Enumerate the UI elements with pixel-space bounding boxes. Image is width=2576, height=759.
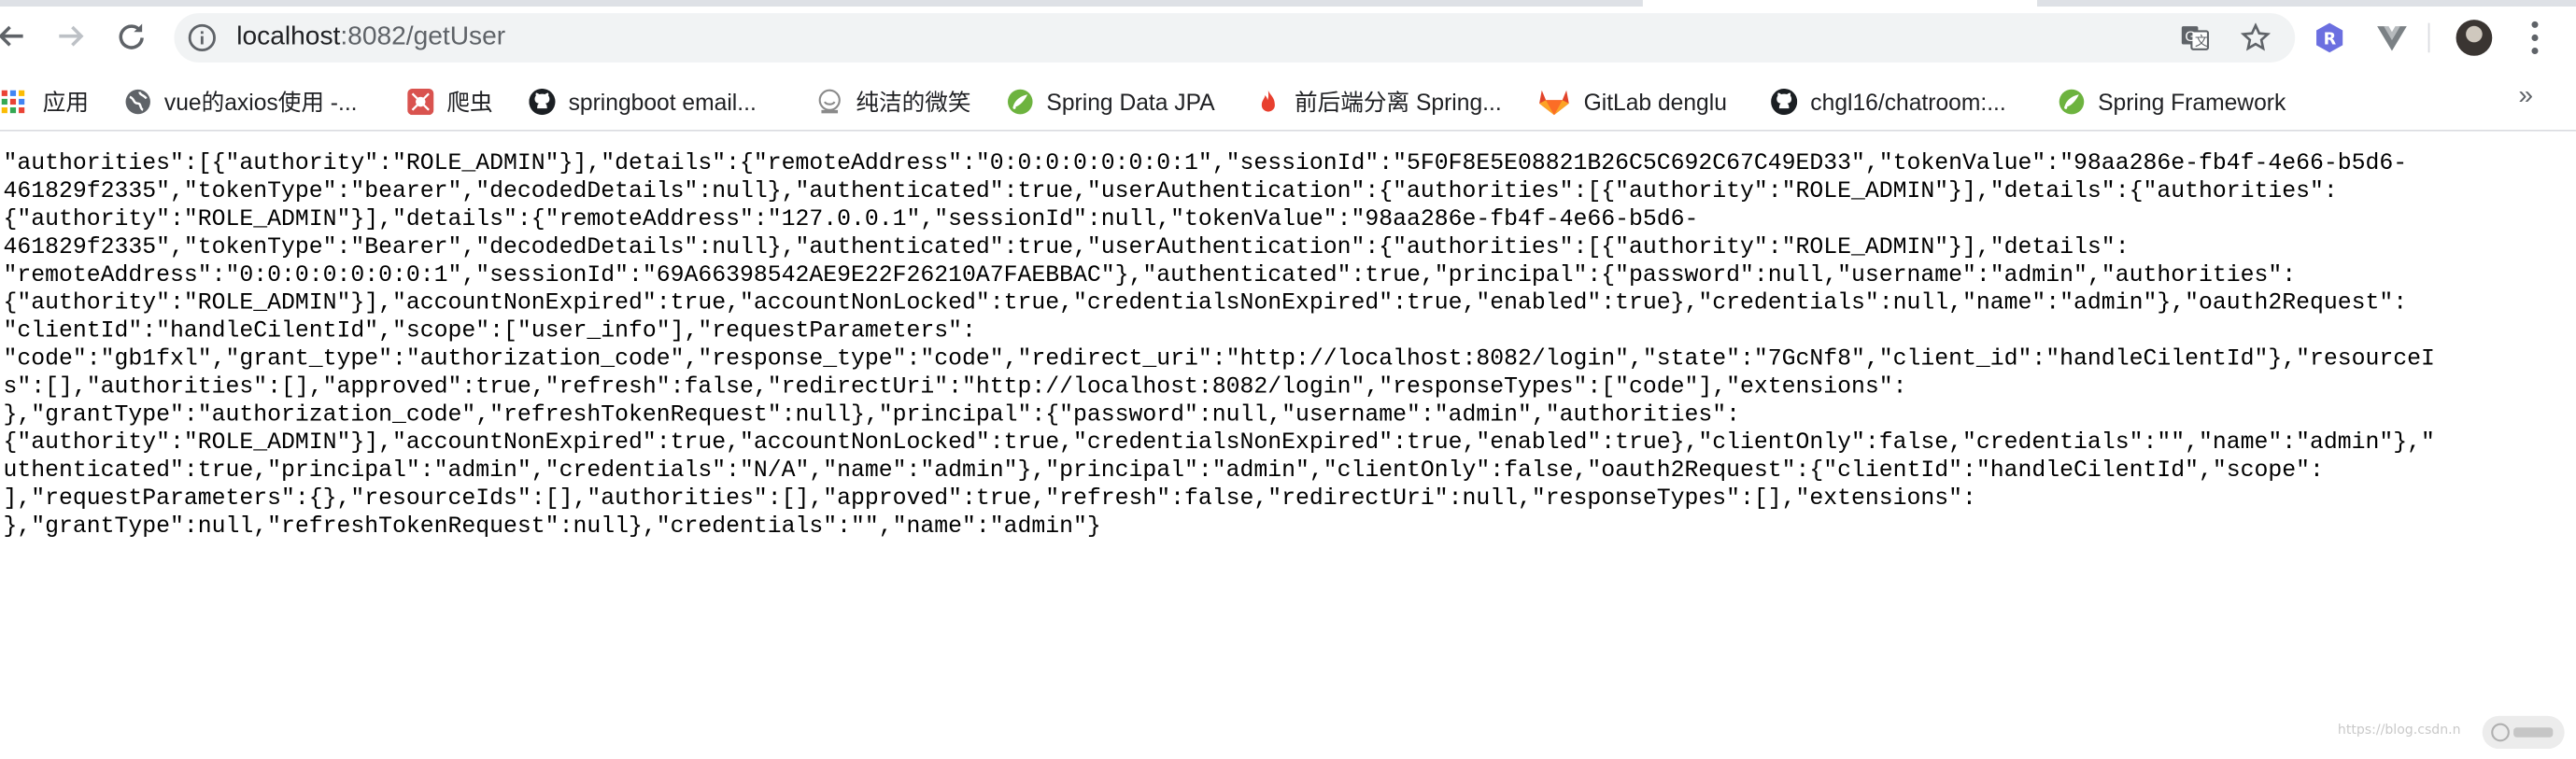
json-line: {"authority":"ROLE_ADMIN"}],"accountNonE… bbox=[3, 290, 2408, 317]
bookmark-pure-smile[interactable]: 纯洁的微笑 bbox=[816, 84, 971, 120]
bookmark-frontend-backend-split[interactable]: 前后端分离 Spring... bbox=[1255, 84, 1502, 120]
bookmark-springboot-email[interactable]: springboot email... bbox=[529, 84, 757, 120]
star-icon[interactable] bbox=[2241, 22, 2271, 53]
url-path: :8082/getUser bbox=[340, 22, 506, 51]
profile-avatar[interactable] bbox=[2456, 20, 2493, 56]
bookmark-label: vue的axios使用 -... bbox=[163, 88, 358, 116]
json-line: {"authority":"ROLE_ADMIN"}],"details":{"… bbox=[3, 206, 1699, 233]
globe-icon bbox=[125, 89, 151, 115]
json-line: ],"requestParameters":{},"resourceIds":[… bbox=[3, 485, 1976, 513]
bookmark-label: 前后端分离 Spring... bbox=[1295, 88, 1502, 116]
info-icon[interactable] bbox=[188, 23, 218, 53]
url-host: localhost bbox=[236, 22, 341, 51]
bookmark-label: GitLab denglu bbox=[1583, 88, 1727, 116]
json-line: s":[],"authorities":[],"approved":true,"… bbox=[3, 374, 1907, 401]
svg-text:R: R bbox=[2324, 30, 2337, 49]
json-line: {"authority":"ROLE_ADMIN"}],"accountNonE… bbox=[3, 429, 2435, 457]
r-extension-icon[interactable]: R bbox=[2314, 21, 2346, 54]
json-line: "clientId":"handleCilentId","scope":["us… bbox=[3, 318, 976, 345]
bookmark-label: chgl16/chatroom:... bbox=[1810, 88, 2006, 116]
json-line: "code":"gb1fxl","grant_type":"authorizat… bbox=[3, 346, 2435, 373]
watermark-text: https://blog.csdn.n bbox=[2337, 722, 2461, 738]
back-arrow-icon bbox=[0, 25, 23, 47]
bookmark-chatroom[interactable]: chgl16/chatroom:... bbox=[1771, 84, 2006, 120]
bookmark-gitlab[interactable]: GitLab denglu bbox=[1537, 84, 1727, 120]
url-text[interactable]: localhost:8082/getUser bbox=[236, 23, 505, 53]
github-icon bbox=[1771, 88, 1798, 116]
spring-icon bbox=[1007, 89, 1033, 115]
menu-kebab-icon[interactable] bbox=[2525, 21, 2544, 55]
site-icon bbox=[816, 89, 842, 115]
json-line: },"grantType":null,"refreshTokenRequest"… bbox=[3, 513, 1101, 541]
apps-grid-icon bbox=[0, 89, 26, 115]
spring-icon bbox=[2059, 89, 2085, 115]
bookmark-spider[interactable]: 爬虫 bbox=[407, 84, 493, 120]
flame-icon bbox=[1255, 89, 1281, 115]
spider-icon bbox=[407, 88, 434, 116]
browser-toolbar: localhost:8082/getUser G文 R bbox=[0, 0, 2576, 76]
bookmark-label: 纯洁的微笑 bbox=[856, 88, 971, 116]
github-icon bbox=[529, 88, 556, 116]
vue-devtools-icon[interactable] bbox=[2375, 21, 2408, 54]
toolbar-separator bbox=[2427, 22, 2430, 53]
bookmark-label: springboot email... bbox=[568, 88, 757, 116]
bookmark-label: Spring Data JPA bbox=[1046, 88, 1215, 116]
json-line: 461829f2335","tokenType":"bearer","decod… bbox=[3, 178, 2338, 205]
json-response: "authorities":[{"authority":"ROLE_ADMIN"… bbox=[4, 151, 2435, 542]
json-line: uthenticated":true,"principal":"admin","… bbox=[3, 457, 2324, 485]
gitlab-icon bbox=[1537, 89, 1570, 116]
bookmarks-bar: 应用 vue的axios使用 -... 爬虫 springboot email.… bbox=[0, 75, 2576, 132]
page-content: "authorities":[{"authority":"ROLE_ADMIN"… bbox=[0, 131, 2576, 759]
address-bar[interactable]: localhost:8082/getUser G文 bbox=[174, 13, 2296, 63]
forward-button[interactable] bbox=[52, 18, 89, 54]
bookmarks-overflow-button[interactable]: » bbox=[2518, 82, 2533, 112]
watermark-logo bbox=[2482, 715, 2565, 750]
tab-strip-right bbox=[2037, 0, 2576, 7]
reload-button[interactable] bbox=[113, 18, 149, 54]
bookmark-spring-data-jpa[interactable]: Spring Data JPA bbox=[1007, 84, 1215, 120]
back-button[interactable] bbox=[0, 18, 30, 54]
bookmark-label: 应用 bbox=[42, 88, 89, 116]
bookmark-label: 爬虫 bbox=[446, 88, 493, 116]
forward-arrow-icon bbox=[59, 25, 84, 47]
json-line: 461829f2335","tokenType":"Bearer","decod… bbox=[3, 234, 2130, 261]
svg-text:文: 文 bbox=[2195, 35, 2208, 49]
bookmark-vue-axios[interactable]: vue的axios使用 -... bbox=[125, 84, 358, 120]
json-line: "remoteAddress":"0:0:0:0:0:0:0:1","sessi… bbox=[3, 262, 2297, 289]
tab-strip bbox=[0, 0, 1643, 7]
reload-icon bbox=[119, 23, 144, 49]
bookmark-apps[interactable]: 应用 bbox=[0, 84, 89, 120]
json-line: "authorities":[{"authority":"ROLE_ADMIN"… bbox=[3, 150, 2408, 177]
bookmark-spring-framework[interactable]: Spring Framework bbox=[2059, 84, 2286, 120]
translate-icon[interactable]: G文 bbox=[2180, 23, 2210, 53]
svg-text:G: G bbox=[2185, 30, 2195, 45]
json-line: },"grantType":"authorization_code","refr… bbox=[3, 401, 1741, 429]
bookmark-label: Spring Framework bbox=[2098, 88, 2286, 116]
